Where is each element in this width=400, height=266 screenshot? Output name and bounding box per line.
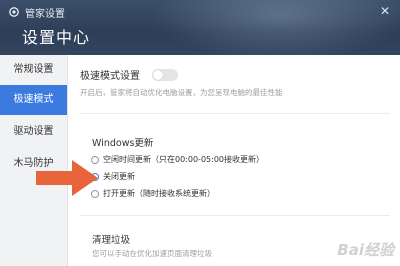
arrow-annotation bbox=[36, 160, 98, 196]
gear-icon bbox=[9, 7, 19, 17]
radio-enable-update-label: 打开更新（随时接收系统更新） bbox=[103, 189, 215, 198]
divider bbox=[80, 215, 390, 216]
speed-mode-label: 极速模式设置 bbox=[80, 71, 140, 82]
radio-disable-update-label: 关闭更新 bbox=[103, 172, 135, 181]
windows-update-title: Windows更新 bbox=[92, 138, 154, 149]
header-glow bbox=[150, 0, 400, 55]
radio-enable-update[interactable]: 打开更新（随时接收系统更新） bbox=[91, 188, 215, 199]
settings-panel: 极速模式设置 开启后，管家将自动优化电脑设置，为您呈现电脑的最佳性能 Windo… bbox=[68, 55, 400, 266]
sidebar-item-driver[interactable]: 驱动设置 bbox=[0, 117, 67, 147]
page-title: 设置中心 bbox=[22, 28, 91, 47]
radio-idle-update-label: 空闲时间更新（只在00:00-05:00接收更新） bbox=[103, 155, 264, 164]
cleanup-description: 您可以手动在优化加速页面清理垃圾 bbox=[92, 249, 212, 258]
toggle-knob bbox=[153, 69, 163, 80]
speed-mode-row: 极速模式设置 bbox=[80, 67, 178, 82]
sidebar-item-general[interactable]: 常规设置 bbox=[0, 55, 67, 85]
sidebar-item-speed-mode[interactable]: 极速模式 bbox=[0, 85, 67, 115]
divider bbox=[80, 113, 390, 114]
cleanup-title: 清理垃圾 bbox=[92, 235, 131, 246]
app-title: 管家设置 bbox=[25, 8, 65, 20]
header-banner: 管家设置 ✕ 设置中心 bbox=[0, 0, 400, 55]
radio-idle-update[interactable]: 空闲时间更新（只在00:00-05:00接收更新） bbox=[91, 154, 264, 165]
speed-mode-description: 开启后，管家将自动优化电脑设置，为您呈现电脑的最佳性能 bbox=[80, 88, 283, 97]
title-bar: 管家设置 bbox=[8, 4, 65, 20]
watermark: Bai经验 bbox=[337, 241, 394, 259]
close-icon[interactable]: ✕ bbox=[380, 4, 390, 18]
speed-mode-toggle[interactable] bbox=[152, 68, 178, 81]
